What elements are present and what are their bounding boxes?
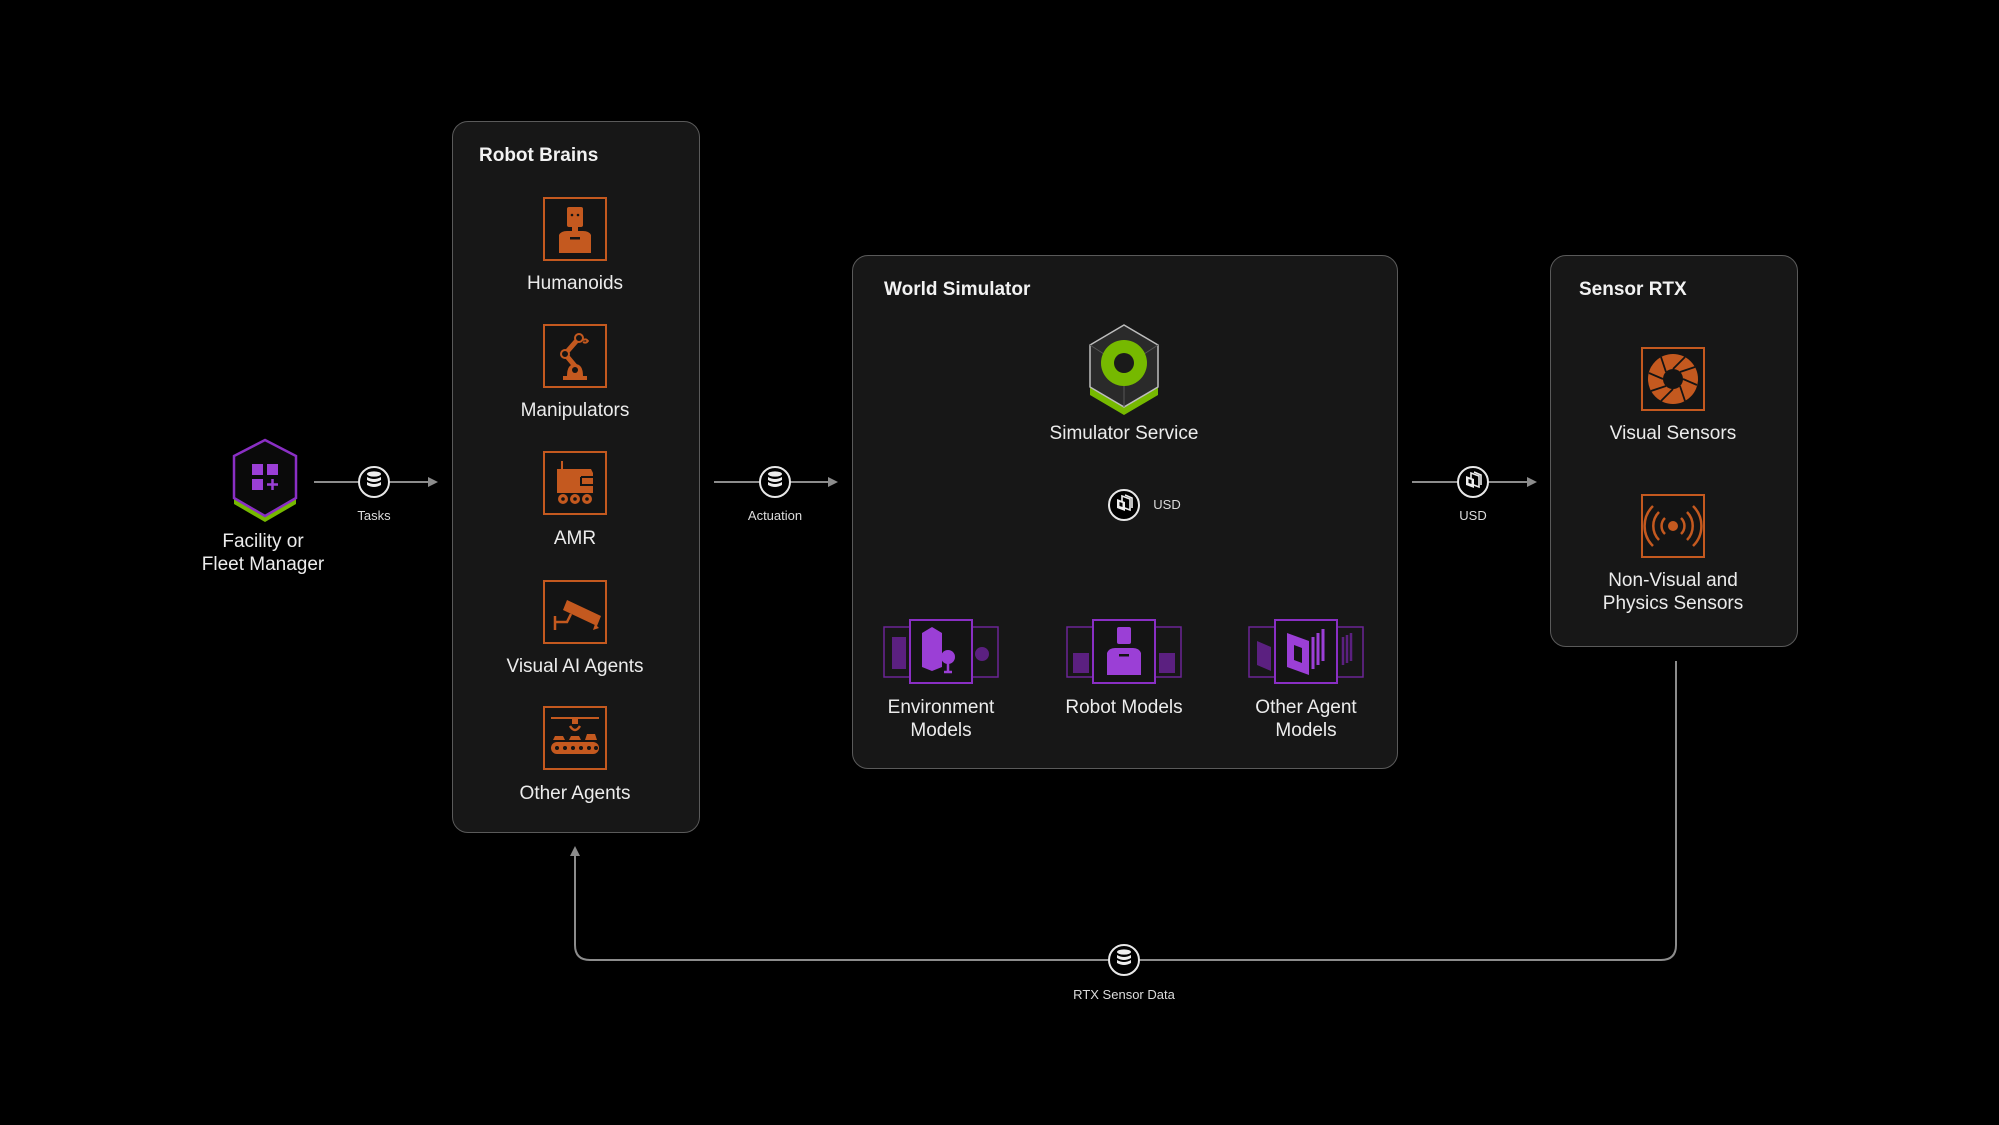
other-agent-label-line2: Models	[1275, 720, 1337, 741]
facility-manager-label: Facility or Fleet Manager	[202, 530, 325, 576]
radar-signal-icon	[1641, 494, 1705, 558]
manipulators-label: Manipulators	[520, 400, 630, 421]
usd-layers-icon	[1115, 493, 1133, 517]
other-agent-models-label: Other Agent Models	[1255, 696, 1356, 742]
environment-models-icon	[882, 619, 1000, 685]
simulator-service-label: Simulator Service	[1049, 423, 1199, 444]
other-agent-label-line1: Other Agent	[1255, 697, 1357, 718]
tasks-node	[358, 466, 390, 498]
tasks-label: Tasks	[357, 508, 391, 523]
usd-outer-label: USD	[1459, 508, 1487, 523]
facility-label-line1: Facility or	[222, 531, 304, 552]
visual-sensors-label: Visual Sensors	[1609, 423, 1737, 444]
actuation-node	[759, 466, 791, 498]
humanoid-icon	[543, 197, 607, 261]
other-agent-models-icon	[1247, 619, 1365, 685]
database-icon	[767, 470, 783, 494]
environment-label-line1: Environment	[887, 697, 995, 718]
facility-label-line2: Fleet Manager	[201, 554, 325, 575]
robot-arm-icon	[543, 324, 607, 388]
non-visual-label-line2: Physics Sensors	[1602, 593, 1744, 614]
visual-ai-agents-label: Visual AI Agents	[506, 656, 644, 677]
other-agents-label: Other Agents	[519, 783, 631, 804]
rtx-sensor-data-node	[1108, 944, 1140, 976]
robot-brains-title: Robot Brains	[479, 145, 599, 166]
robot-models-icon	[1065, 619, 1183, 685]
non-visual-sensors-label: Non-Visual and Physics Sensors	[1603, 569, 1743, 615]
sensor-rtx-title: Sensor RTX	[1579, 279, 1687, 300]
usd-inner-node	[1108, 489, 1140, 521]
usd-outer-node	[1457, 466, 1489, 498]
facility-manager-icon	[232, 438, 298, 522]
conveyor-icon	[543, 706, 607, 770]
robot-models-label: Robot Models	[1065, 697, 1183, 718]
rtx-sensor-data-label: RTX Sensor Data	[1073, 987, 1175, 1002]
environment-models-label: Environment Models	[888, 696, 995, 742]
simulator-service-icon	[1088, 323, 1160, 416]
amr-label: AMR	[553, 528, 597, 549]
amr-vehicle-icon	[543, 451, 607, 515]
database-icon	[366, 470, 382, 494]
world-simulator-title: World Simulator	[884, 279, 1031, 300]
environment-label-line2: Models	[910, 720, 972, 741]
usd-inner-label: USD	[1153, 497, 1181, 512]
aperture-icon	[1641, 347, 1705, 411]
non-visual-label-line1: Non-Visual and	[1608, 570, 1738, 591]
actuation-label: Actuation	[747, 508, 803, 523]
humanoids-label: Humanoids	[526, 273, 624, 294]
security-camera-icon	[543, 580, 607, 644]
database-icon	[1116, 948, 1132, 972]
usd-layers-icon	[1464, 470, 1482, 494]
